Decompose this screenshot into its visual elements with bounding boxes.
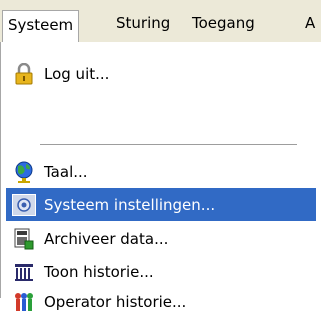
archive-icon — [12, 227, 36, 251]
menu-item-label: Archiveer data... — [44, 229, 169, 248]
menu-item-label: Taal... — [44, 162, 88, 181]
menubar-item-sturing[interactable]: Sturing — [111, 8, 175, 42]
menu-item-taal[interactable]: Taal... — [6, 155, 316, 188]
menubar-item-systeem[interactable]: Systeem — [2, 10, 80, 42]
menu-item-systeem-instellingen[interactable]: Systeem instellingen... — [6, 188, 316, 221]
history-icon — [12, 260, 36, 284]
menu-item-label: Systeem instellingen... — [44, 195, 216, 214]
settings-icon — [12, 193, 36, 216]
menu-left-border — [0, 42, 1, 298]
menu-separator — [40, 144, 297, 146]
systeem-dropdown-menu: Log uit... Taal... Systeem instellingen.… — [0, 42, 321, 311]
globe-icon — [12, 160, 36, 184]
menu-item-operator-historie[interactable]: Operator historie... — [6, 288, 316, 316]
operator-history-icon — [12, 290, 36, 314]
menu-bar: Systeem Sturing Toegang A — [0, 0, 321, 42]
menu-item-label: Operator historie... — [44, 293, 187, 311]
menu-item-log-uit[interactable]: Log uit... — [6, 57, 316, 90]
menubar-item-toegang[interactable]: Toegang — [187, 8, 260, 42]
menubar-item-a[interactable]: A — [300, 8, 320, 42]
padlock-icon — [12, 62, 36, 86]
menu-item-toon-historie[interactable]: Toon historie... — [6, 255, 316, 288]
menu-item-label: Toon historie... — [44, 262, 154, 281]
menu-item-label: Log uit... — [44, 64, 110, 83]
menu-item-archiveer-data[interactable]: Archiveer data... — [6, 222, 316, 255]
